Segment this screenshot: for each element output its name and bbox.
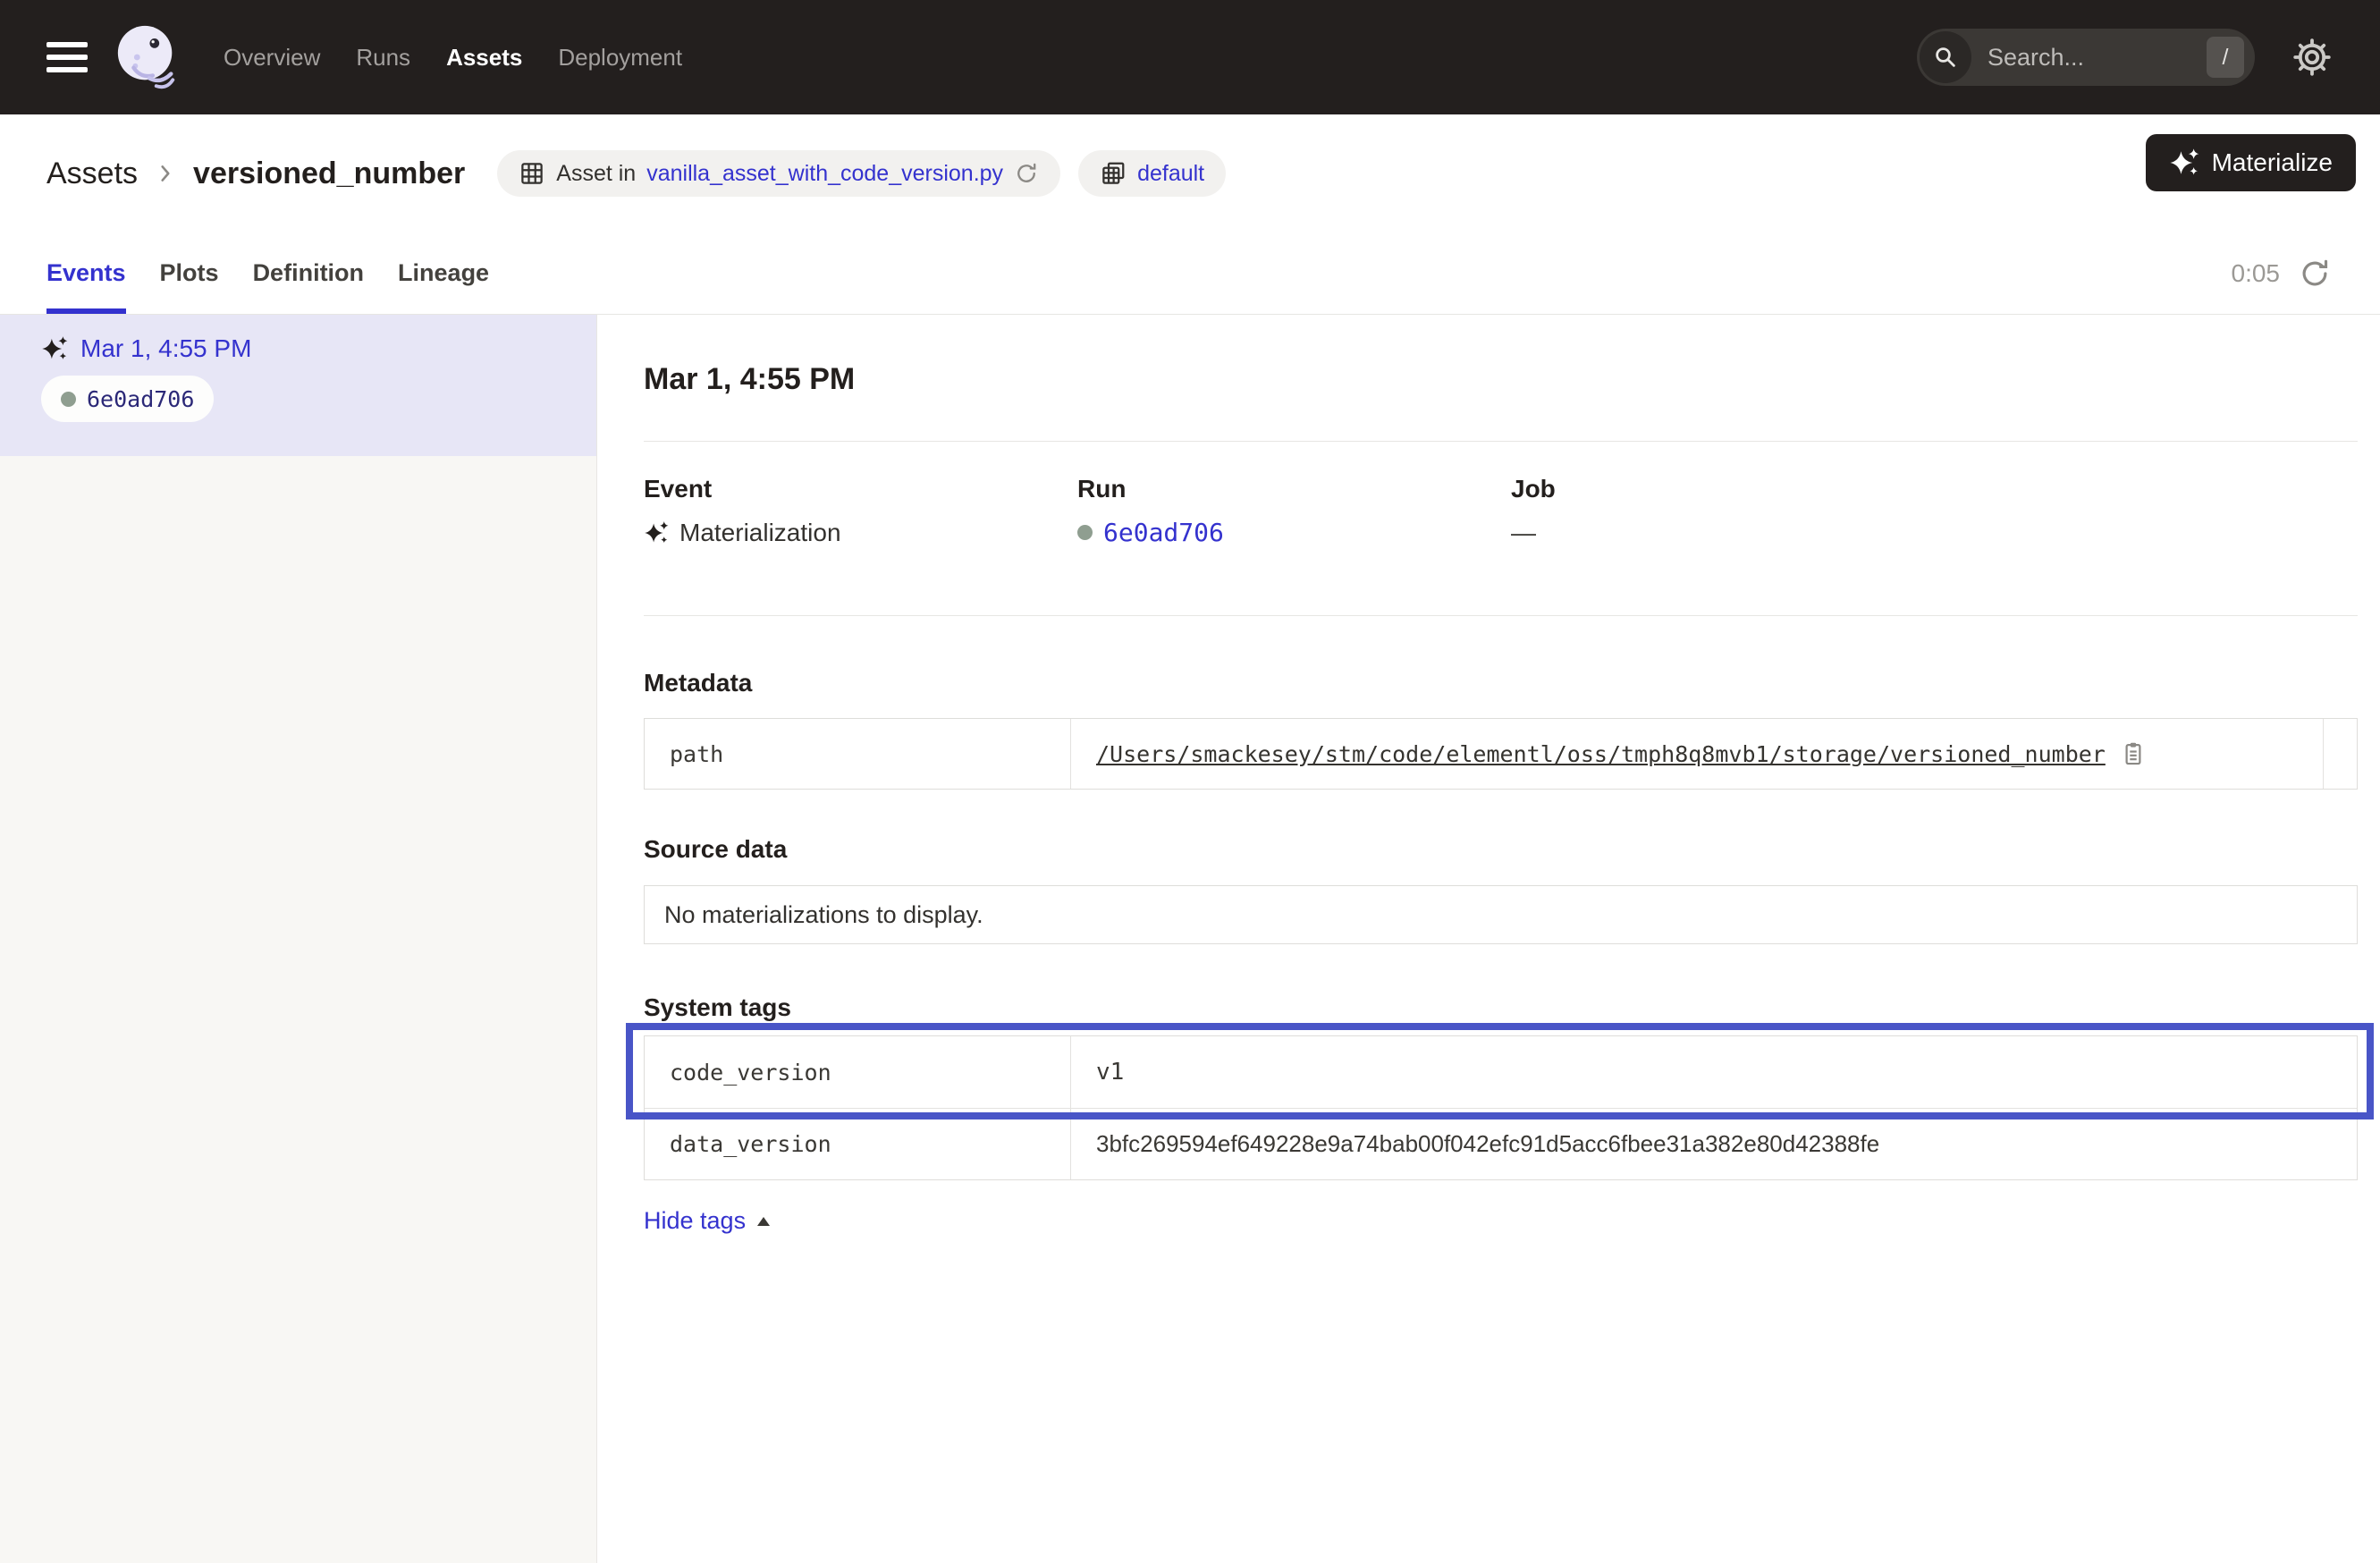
search-shortcut-key: / xyxy=(2207,37,2244,78)
tag-key: data_version xyxy=(645,1109,1071,1179)
job-column: Job — xyxy=(1511,474,1945,547)
top-nav-right: / xyxy=(1917,29,2334,86)
run-chip[interactable]: 6e0ad706 xyxy=(41,376,214,422)
job-value: — xyxy=(1511,518,1536,547)
table-row: path /Users/smackesey/stm/code/elementl/… xyxy=(645,719,2357,789)
nav-item-runs[interactable]: Runs xyxy=(356,44,410,72)
dagster-asset-page: Overview Runs Assets Deployment / xyxy=(0,0,2380,1563)
asset-group-badge: default xyxy=(1078,150,1226,197)
refresh-countdown: 0:05 xyxy=(2232,259,2281,288)
breadcrumb-chevron-icon xyxy=(154,162,177,185)
tabs: Events Plots Definition Lineage xyxy=(46,232,489,314)
event-list-sidebar: Mar 1, 4:55 PM 6e0ad706 xyxy=(0,315,597,1563)
event-column: Event Materialization xyxy=(644,474,1077,547)
tab-bar: Events Plots Definition Lineage 0:05 xyxy=(0,232,2380,315)
tab-lineage[interactable]: Lineage xyxy=(398,232,489,314)
hide-tags-label: Hide tags xyxy=(644,1207,746,1235)
top-nav: Overview Runs Assets Deployment / xyxy=(0,0,2380,114)
event-title: Mar 1, 4:55 PM xyxy=(644,359,2358,399)
tab-definition[interactable]: Definition xyxy=(253,232,364,314)
run-chip-id: 6e0ad706 xyxy=(87,386,194,412)
search-input[interactable] xyxy=(1988,44,2166,72)
tab-events[interactable]: Events xyxy=(46,232,126,314)
materialize-button-label: Materialize xyxy=(2212,148,2333,177)
run-id-link[interactable]: 6e0ad706 xyxy=(1103,518,1224,547)
system-tags-heading: System tags xyxy=(644,993,2358,1022)
metadata-key: path xyxy=(645,719,1071,789)
source-data-empty-message: No materializations to display. xyxy=(664,901,983,929)
divider xyxy=(644,441,2358,442)
event-type-value: Materialization xyxy=(679,518,841,547)
content-area: Mar 1, 4:55 PM 6e0ad706 Mar 1, 4:55 PM E… xyxy=(0,315,2380,1563)
table-row: code_version v1 xyxy=(645,1036,2357,1108)
tag-value: v1 xyxy=(1071,1036,2357,1108)
job-column-label: Job xyxy=(1511,474,1945,503)
badge-prefix-label: Asset in xyxy=(556,161,636,187)
menu-icon[interactable] xyxy=(46,42,88,72)
menu-bar xyxy=(46,67,88,72)
nav-item-overview[interactable]: Overview xyxy=(224,44,320,72)
search-box[interactable]: / xyxy=(1917,29,2255,86)
code-location-badge: Asset in vanilla_asset_with_code_version… xyxy=(497,150,1060,197)
metadata-path-link[interactable]: /Users/smackesey/stm/code/elementl/oss/t… xyxy=(1096,741,2106,767)
table-end-cell xyxy=(2323,719,2357,789)
search-icon xyxy=(1920,31,1971,83)
menu-bar xyxy=(46,55,88,60)
source-data-empty-box: No materializations to display. xyxy=(644,885,2358,944)
settings-gear-icon[interactable] xyxy=(2291,36,2334,79)
asset-header: Assets versioned_number Asset in vanilla… xyxy=(0,114,2380,232)
event-list-item-selected[interactable]: Mar 1, 4:55 PM 6e0ad706 xyxy=(0,315,596,456)
metadata-table: path /Users/smackesey/stm/code/elementl/… xyxy=(644,718,2358,790)
metadata-heading: Metadata xyxy=(644,668,2358,697)
run-column-label: Run xyxy=(1077,474,1511,503)
reload-location-icon[interactable] xyxy=(1014,161,1039,186)
materialize-button[interactable]: Materialize xyxy=(2146,134,2356,191)
run-column: Run 6e0ad706 xyxy=(1077,474,1511,547)
hide-tags-link[interactable]: Hide tags xyxy=(644,1207,772,1235)
nav-item-assets[interactable]: Assets xyxy=(446,44,522,72)
clipboard-copy-icon[interactable] xyxy=(2120,739,2147,768)
refresh-icon[interactable] xyxy=(2298,257,2332,291)
asset-table-icon xyxy=(519,160,545,187)
primary-nav: Overview Runs Assets Deployment xyxy=(224,44,682,72)
divider xyxy=(644,615,2358,616)
code-location-link[interactable]: vanilla_asset_with_code_version.py xyxy=(646,161,1003,187)
run-status-dot xyxy=(1077,525,1093,540)
materialization-sparkles-icon xyxy=(41,335,68,362)
menu-bar xyxy=(46,42,88,47)
page-title: versioned_number xyxy=(193,156,465,191)
group-grid-icon xyxy=(1100,160,1127,187)
auto-refresh: 0:05 xyxy=(2232,257,2333,291)
system-tags-table: code_version v1 data_version 3bfc269594e… xyxy=(644,1035,2358,1180)
run-status-dot xyxy=(61,392,76,407)
dagster-logo-icon[interactable] xyxy=(113,22,182,92)
tag-key: code_version xyxy=(645,1036,1071,1108)
system-tags-table-wrap: code_version v1 data_version 3bfc269594e… xyxy=(644,1035,2358,1180)
tab-plots[interactable]: Plots xyxy=(160,232,219,314)
event-column-label: Event xyxy=(644,474,1077,503)
sparkles-icon xyxy=(2169,148,2199,178)
nav-item-deployment[interactable]: Deployment xyxy=(558,44,682,72)
table-row: data_version 3bfc269594ef649228e9a74bab0… xyxy=(645,1108,2357,1179)
tag-value: 3bfc269594ef649228e9a74bab00f042efc91d5a… xyxy=(1071,1109,2357,1179)
event-summary-columns: Event Materialization Run 6e0ad xyxy=(644,474,2358,547)
materialization-sparkles-icon xyxy=(644,520,669,545)
asset-group-link[interactable]: default xyxy=(1137,161,1204,187)
event-timestamp-link[interactable]: Mar 1, 4:55 PM xyxy=(80,334,251,363)
source-data-heading: Source data xyxy=(644,834,2358,864)
event-detail-panel: Mar 1, 4:55 PM Event Materialization xyxy=(597,315,2380,1563)
caret-up-icon xyxy=(755,1214,772,1229)
breadcrumb-assets-link[interactable]: Assets xyxy=(46,156,138,191)
